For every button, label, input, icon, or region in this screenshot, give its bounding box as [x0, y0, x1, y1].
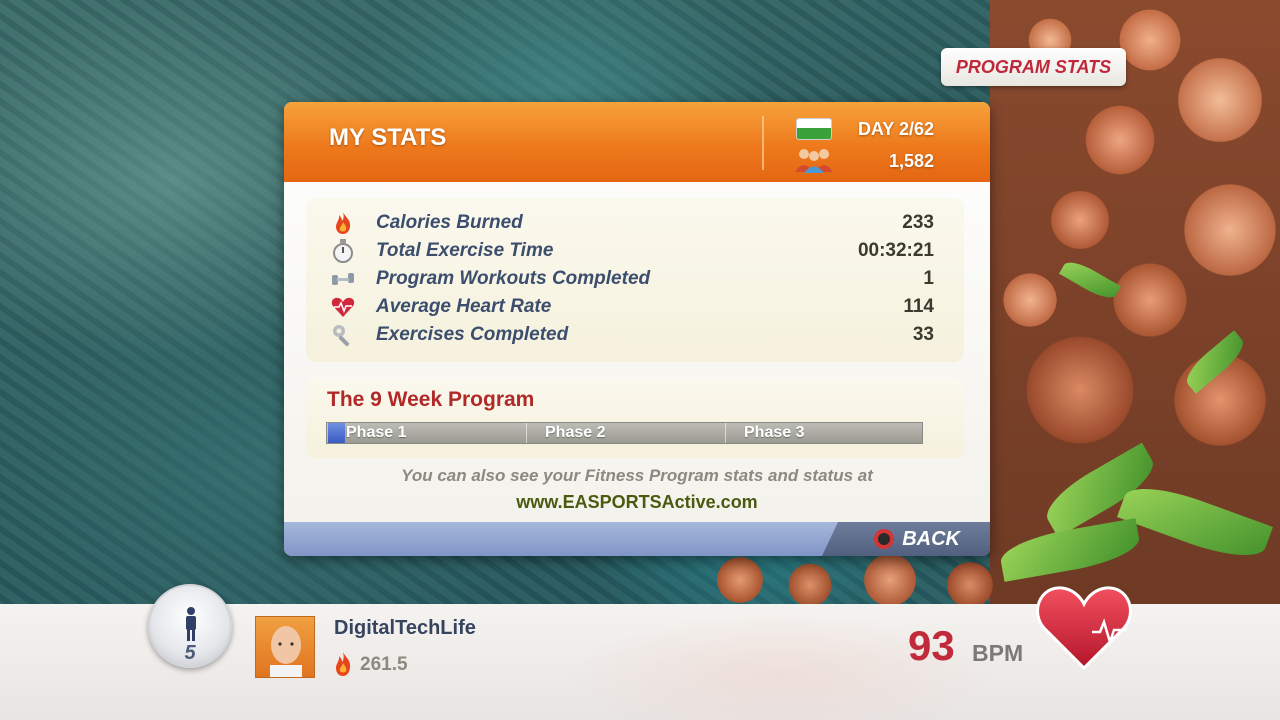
back-label: BACK [902, 527, 960, 550]
back-button[interactable]: BACK [822, 522, 990, 556]
program-progress: The 9 Week Program Phase 1 Phase 2 Phase… [306, 378, 964, 458]
stat-row-calories: Calories Burned 233 [306, 209, 964, 237]
flame-icon [336, 652, 351, 676]
phase-label: Phase 1 [346, 424, 407, 441]
heart-rate-unit: BPM [972, 640, 1024, 666]
stat-row-heart-rate: Average Heart Rate 114 [306, 293, 964, 321]
stat-value: 00:32:21 [857, 240, 934, 261]
people-icon [795, 149, 833, 173]
program-title: The 9 Week Program [327, 388, 535, 411]
dumbbell-icon [332, 273, 354, 285]
dial-number: 5 [184, 642, 196, 664]
header-divider [762, 116, 764, 170]
info-text: You can also see your Fitness Program st… [401, 466, 873, 485]
phase-label: Phase 3 [744, 424, 805, 441]
stat-row-exercise-time: Total Exercise Time 00:32:21 [306, 237, 964, 265]
panel-header: MY STATS DAY 2/62 1,582 [284, 102, 990, 182]
circle-button-icon [874, 529, 894, 549]
stat-value: 233 [902, 212, 934, 233]
username: DigitalTechLife [334, 617, 476, 639]
stat-label: Calories Burned [376, 212, 523, 233]
stat-value: 114 [903, 296, 934, 317]
heart-rate-icon [331, 297, 355, 317]
day-counter: DAY 2/62 [857, 119, 934, 139]
user-calories: 261.5 [360, 654, 408, 675]
stat-value: 33 [912, 324, 934, 345]
panel-footer: BACK [284, 522, 990, 556]
calendar-icon [796, 118, 832, 140]
phase-segment-1: Phase 1 [327, 423, 526, 443]
stat-row-exercises: Exercises Completed 33 [306, 321, 964, 349]
heart-icon [1036, 586, 1132, 670]
stat-label: Exercises Completed [376, 324, 569, 345]
stat-value: 1 [923, 268, 934, 289]
website-link[interactable]: www.EASPORTSActive.com [284, 492, 990, 513]
stats-list: Calories Burned 233 Total Exercise Time … [306, 198, 964, 362]
phase-segment-3: Phase 3 [725, 423, 924, 443]
page-title: MY STATS [329, 124, 447, 151]
wrench-icon [333, 325, 350, 347]
flame-icon [336, 212, 351, 234]
my-stats-panel: MY STATS DAY 2/62 1,582 Calories Burned … [284, 102, 990, 556]
points-total: 1,582 [888, 151, 934, 171]
program-stats-tab[interactable]: PROGRAM STATS [941, 48, 1126, 86]
stat-label: Total Exercise Time [376, 240, 554, 261]
avatar [255, 616, 315, 678]
person-icon [186, 607, 196, 641]
stat-label: Program Workouts Completed [376, 268, 651, 289]
heart-rate-value: 93 [908, 622, 955, 669]
phase-label: Phase 2 [545, 424, 606, 441]
stat-row-workouts: Program Workouts Completed 1 [306, 265, 964, 293]
workout-timer-dial: 5 [148, 584, 232, 668]
stopwatch-icon [333, 239, 353, 263]
avatar-face-icon [270, 626, 302, 677]
phase-segment-2: Phase 2 [526, 423, 725, 443]
phase-progress-bar: Phase 1 Phase 2 Phase 3 [326, 422, 923, 444]
stat-label: Average Heart Rate [376, 296, 552, 317]
